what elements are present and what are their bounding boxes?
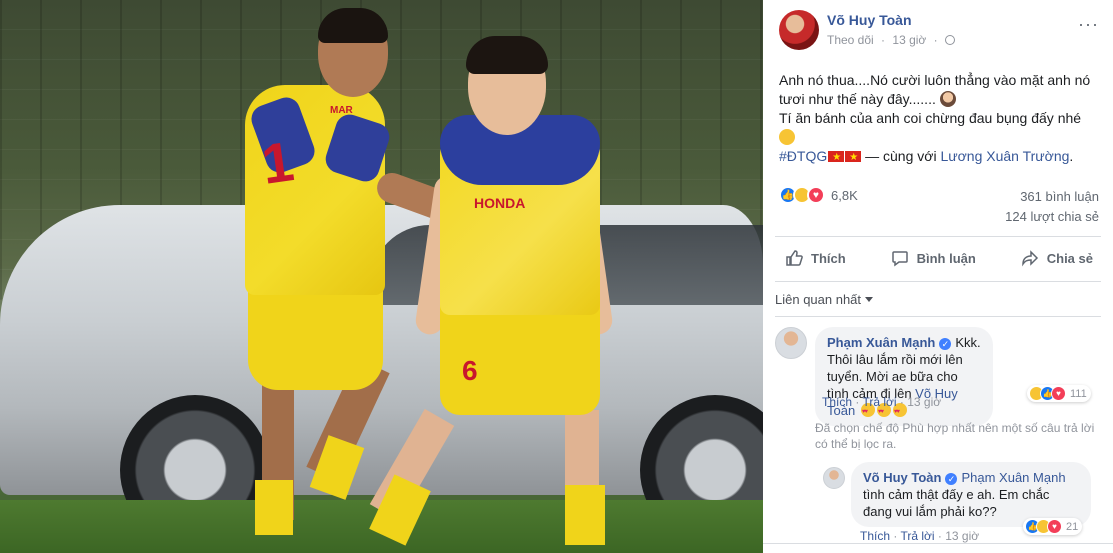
comment-reaction-count: 111 (1070, 387, 1087, 400)
globe-icon (944, 35, 955, 45)
post-actions: Thích Bình luận Chia sẻ (779, 240, 1099, 276)
post-text-line1: Anh nó thua....Nó cười luôn thẳng vào mặ… (779, 72, 1091, 107)
reply-time[interactable]: 13 giờ (945, 529, 979, 543)
player2-jersey-brand: HONDA (474, 195, 526, 211)
post-meta: Theo dõi · 13 giờ · (827, 33, 959, 47)
reply-text: tình cảm thật đấy e ah. Em chắc đang vui… (863, 487, 1050, 519)
share-button[interactable]: Chia sẻ (1015, 243, 1099, 273)
like-label: Thích (811, 250, 846, 266)
caret-down-icon (865, 297, 874, 302)
sort-label: Liên quan nhất (775, 292, 862, 307)
comment: Phạm Xuân Mạnh ✓ Kkk. Thôi lâu lắm rồi mới… (775, 327, 1105, 426)
reply-mention[interactable]: Phạm Xuân Mạnh (961, 470, 1065, 485)
player1-shorts (248, 280, 383, 390)
divider (775, 281, 1101, 282)
comment-sort-dropdown[interactable]: Liên quan nhất (775, 292, 874, 307)
player2-shorts-number: 6 (462, 355, 478, 386)
divider (775, 316, 1101, 317)
love-reaction-icon: ♥ (1047, 519, 1062, 534)
comment-bubble: Phạm Xuân Mạnh ✓ Kkk. Thôi lâu lắm rồi mới… (815, 327, 993, 426)
comment-actions: Thích · Trả lời · 13 giờ (822, 395, 942, 409)
player2-sock (565, 485, 605, 545)
shares-count-link[interactable]: 124 lượt chia sẻ (1005, 209, 1099, 224)
author-name[interactable]: Võ Huy Toàn (827, 12, 912, 28)
love-reaction-icon: ♥ (1051, 386, 1066, 401)
post-side-panel: Võ Huy Toàn Theo dõi · 13 giờ · ··· Anh … (763, 0, 1113, 553)
more-options-button[interactable]: ··· (1078, 14, 1099, 35)
filter-notice: Đã chọn chế độ Phù hợp nhất nên một số c… (815, 421, 1095, 451)
verified-badge-icon: ✓ (939, 338, 952, 350)
reply-reply-link[interactable]: Trả lời (900, 529, 934, 543)
comment-button[interactable]: Bình luận (885, 243, 982, 273)
comments-count-link[interactable]: 361 bình luận (1020, 189, 1099, 204)
comment-time[interactable]: 13 giờ (907, 395, 941, 409)
reply-actions: Thích · Trả lời · 13 giờ (860, 529, 980, 543)
wink-emoji-icon (779, 129, 795, 145)
verified-badge-icon: ✓ (945, 473, 958, 485)
hashtag-link[interactable]: #ĐTQG (779, 148, 827, 164)
like-button[interactable]: Thích (779, 243, 852, 273)
player1-sock (255, 480, 293, 535)
reply-reactions[interactable]: 👍 ♥ 21 (1023, 518, 1083, 535)
reply-like-link[interactable]: Thích (860, 529, 890, 543)
comment-like-link[interactable]: Thích (822, 395, 852, 409)
vietnam-flag-icon (845, 148, 862, 167)
share-label: Chia sẻ (1046, 250, 1093, 266)
reply-author[interactable]: Võ Huy Toàn (863, 470, 941, 485)
reply-comment: Võ Huy Toàn ✓ Phạm Xuân Mạnh tình cảm thật… (823, 462, 1105, 543)
share-icon (1021, 250, 1038, 267)
love-reaction-icon: ♥ (807, 186, 825, 204)
comment-reactions[interactable]: 👍 ♥ 111 (1027, 385, 1091, 402)
post-photo[interactable]: 1 MAR 6 HONDA (0, 0, 763, 553)
reaction-count: 6,8K (831, 187, 858, 203)
post-text-period: . (1069, 148, 1074, 164)
follow-link[interactable]: Theo dõi (827, 33, 874, 47)
post-time[interactable]: 13 giờ (892, 33, 926, 47)
author-avatar[interactable] (779, 10, 819, 50)
comment-reply-link[interactable]: Trả lời (862, 395, 896, 409)
commenter-avatar[interactable] (775, 327, 807, 359)
post-header: Võ Huy Toàn Theo dõi · 13 giờ · ··· (779, 10, 1099, 52)
post-text: Anh nó thua....Nó cười luôn thẳng vào mặ… (779, 71, 1099, 167)
comment-author[interactable]: Phạm Xuân Mạnh (827, 335, 935, 350)
meta-separator: · (933, 33, 938, 47)
player1-sleeve-text: MAR (330, 105, 353, 116)
reply-reaction-count: 21 (1066, 520, 1079, 533)
woman-emoji-icon (939, 91, 956, 107)
post-text-line2: Tí ăn bánh của anh coi chừng đau bụng đấ… (779, 110, 1082, 126)
vietnam-flag-icon (828, 148, 845, 167)
comment-input-area[interactable] (763, 543, 1113, 553)
divider (775, 236, 1101, 237)
thumbs-up-icon (786, 250, 803, 266)
with-text: — cùng với (865, 148, 941, 164)
player2-hair (466, 36, 548, 74)
comment-icon (891, 251, 908, 267)
comment-label: Bình luận (916, 250, 976, 266)
replier-avatar[interactable] (823, 467, 845, 489)
reactions-summary[interactable]: 👍 ♥ 6,8K (779, 186, 858, 204)
meta-separator: · (881, 33, 886, 47)
post-stats: 👍 ♥ 6,8K 361 bình luận 124 lượt chia sẻ (779, 186, 1099, 226)
tagged-person-link[interactable]: Lương Xuân Trường (940, 148, 1069, 164)
player1-hair (318, 8, 388, 43)
